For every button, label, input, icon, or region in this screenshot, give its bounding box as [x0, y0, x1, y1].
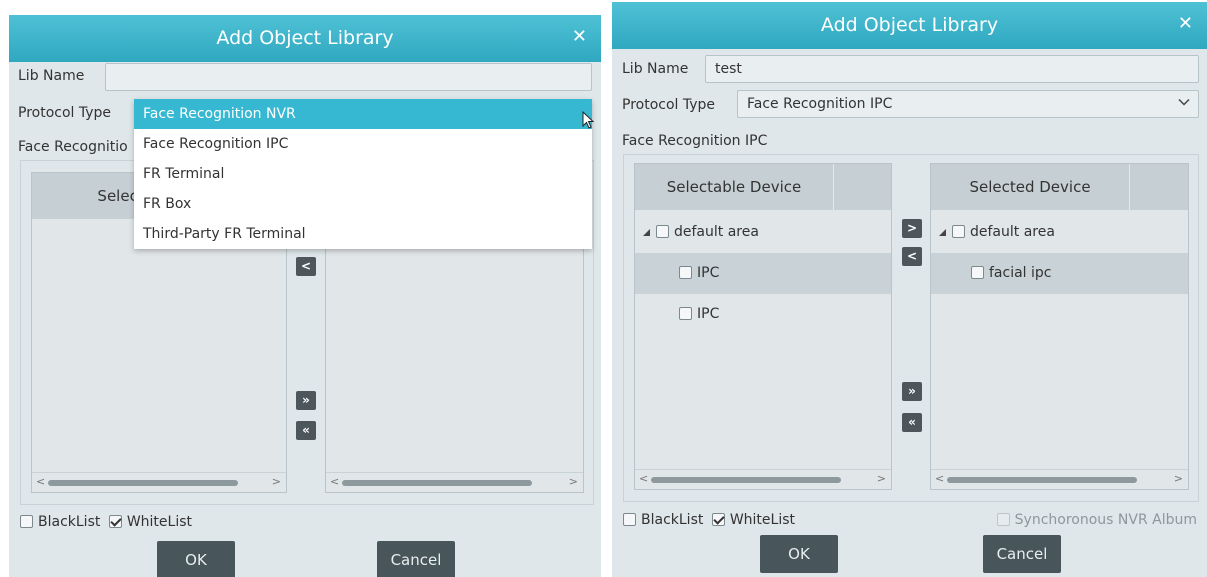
- sync-nvr-album-option: Synchoronous NVR Album: [996, 512, 1197, 528]
- add-all-button[interactable]: »: [296, 391, 316, 410]
- row-checkbox[interactable]: [679, 307, 692, 320]
- dropdown-option-face-recognition-nvr[interactable]: Face Recognition NVR: [134, 99, 592, 129]
- section-label: Face Recognition IPC: [622, 133, 768, 149]
- scroll-right-arrow-icon[interactable]: >: [877, 472, 886, 485]
- tree-row-default-area[interactable]: default area: [635, 212, 891, 253]
- ok-button[interactable]: OK: [760, 535, 838, 573]
- blacklist-checkbox[interactable]: [623, 513, 636, 526]
- protocol-type-value: Face Recognition IPC: [747, 96, 893, 112]
- row-checkbox[interactable]: [679, 266, 692, 279]
- add-button[interactable]: >: [902, 219, 922, 238]
- tree-row-ipc[interactable]: IPC: [635, 253, 891, 294]
- remove-all-button[interactable]: «: [296, 421, 316, 440]
- mouse-cursor-icon: [582, 111, 595, 129]
- expand-triangle-icon[interactable]: [643, 229, 650, 236]
- protocol-type-dropdown-list[interactable]: Face Recognition NVR Face Recognition IP…: [134, 99, 592, 249]
- selected-device-list[interactable]: Selected Device default area facial ipc …: [930, 163, 1189, 490]
- horizontal-scrollbar[interactable]: < >: [326, 472, 583, 492]
- dropdown-option-fr-box[interactable]: FR Box: [134, 189, 592, 219]
- scrollbar-thumb[interactable]: [651, 477, 841, 483]
- blacklist-option[interactable]: BlackList WhiteList: [20, 514, 192, 530]
- blacklist-label: BlackList: [38, 514, 101, 530]
- add-object-library-dialog-right: Add Object Library ✕ Lib Name test Proto…: [612, 2, 1207, 577]
- remove-button[interactable]: <: [296, 257, 316, 276]
- horizontal-scrollbar[interactable]: < >: [635, 469, 891, 489]
- whitelist-checkbox[interactable]: [711, 513, 725, 526]
- lib-name-input[interactable]: test: [705, 55, 1199, 83]
- scroll-left-arrow-icon[interactable]: <: [36, 475, 45, 488]
- row-label: default area: [674, 224, 759, 240]
- remove-button[interactable]: <: [902, 247, 922, 266]
- remove-all-button[interactable]: «: [902, 413, 922, 432]
- dropdown-option-face-recognition-ipc[interactable]: Face Recognition IPC: [134, 129, 592, 159]
- tree-row-ipc[interactable]: IPC: [635, 294, 891, 335]
- dropdown-option-third-party-fr-terminal[interactable]: Third-Party FR Terminal: [134, 219, 592, 249]
- scroll-right-arrow-icon[interactable]: >: [569, 475, 578, 488]
- scroll-right-arrow-icon[interactable]: >: [272, 475, 281, 488]
- row-label: default area: [970, 224, 1055, 240]
- tree-row-facial-ipc[interactable]: facial ipc: [931, 253, 1188, 294]
- lib-name-label: Lib Name: [18, 68, 85, 84]
- row-checkbox[interactable]: [952, 225, 965, 238]
- row-label: IPC: [697, 265, 720, 281]
- scrollbar-thumb[interactable]: [947, 477, 1137, 483]
- lib-name-input[interactable]: [105, 63, 592, 91]
- whitelist-label: WhiteList: [729, 512, 795, 528]
- whitelist-label: WhiteList: [126, 514, 192, 530]
- horizontal-scrollbar[interactable]: < >: [931, 469, 1188, 489]
- protocol-type-select[interactable]: Face Recognition IPC: [737, 90, 1199, 118]
- close-icon[interactable]: ✕: [572, 15, 587, 59]
- row-checkbox[interactable]: [656, 225, 669, 238]
- dialog-title-bar: Add Object Library ✕: [9, 15, 601, 62]
- cancel-button[interactable]: Cancel: [983, 535, 1061, 573]
- section-label: Face Recognitio: [18, 139, 128, 155]
- cancel-button[interactable]: Cancel: [377, 541, 455, 577]
- scrollbar-thumb[interactable]: [342, 480, 532, 486]
- protocol-type-label: Protocol Type: [622, 97, 716, 113]
- blacklist-option[interactable]: BlackList WhiteList: [623, 512, 795, 528]
- scrollbar-thumb[interactable]: [48, 480, 238, 486]
- dialog-title: Add Object Library: [216, 27, 394, 49]
- sync-nvr-album-checkbox: [996, 513, 1010, 526]
- selected-header-label: Selected Device: [969, 178, 1091, 196]
- selectable-device-header: Selectable Device: [635, 164, 891, 210]
- scroll-left-arrow-icon[interactable]: <: [935, 472, 944, 485]
- row-label: facial ipc: [989, 265, 1052, 281]
- add-object-library-dialog-left: Add Object Library ✕ Lib Name Protocol T…: [9, 15, 601, 577]
- scroll-left-arrow-icon[interactable]: <: [639, 472, 648, 485]
- dropdown-option-fr-terminal[interactable]: FR Terminal: [134, 159, 592, 189]
- tree-row-default-area[interactable]: default area: [931, 212, 1188, 253]
- selectable-device-list[interactable]: Selectable Device default area IPC IPC <…: [634, 163, 892, 490]
- row-checkbox[interactable]: [971, 266, 984, 279]
- horizontal-scrollbar[interactable]: < >: [32, 472, 286, 492]
- protocol-type-label: Protocol Type: [18, 105, 112, 121]
- blacklist-checkbox[interactable]: [20, 515, 33, 528]
- ok-button[interactable]: OK: [157, 541, 235, 577]
- scroll-left-arrow-icon[interactable]: <: [330, 475, 339, 488]
- dialog-title-bar: Add Object Library ✕: [612, 2, 1207, 49]
- scroll-right-arrow-icon[interactable]: >: [1174, 472, 1183, 485]
- add-all-button[interactable]: »: [902, 382, 922, 401]
- selected-device-header: Selected Device: [931, 164, 1188, 210]
- row-label: IPC: [697, 306, 720, 322]
- chevron-down-icon[interactable]: [1178, 96, 1190, 108]
- sync-nvr-album-label: Synchoronous NVR Album: [1014, 512, 1197, 528]
- dialog-title: Add Object Library: [820, 14, 999, 36]
- blacklist-label: BlackList: [641, 512, 704, 528]
- selectable-header-label: Selectable Device: [666, 178, 802, 196]
- close-icon[interactable]: ✕: [1178, 2, 1193, 46]
- lib-name-label: Lib Name: [622, 61, 689, 77]
- whitelist-checkbox[interactable]: [108, 515, 122, 528]
- expand-triangle-icon[interactable]: [939, 229, 946, 236]
